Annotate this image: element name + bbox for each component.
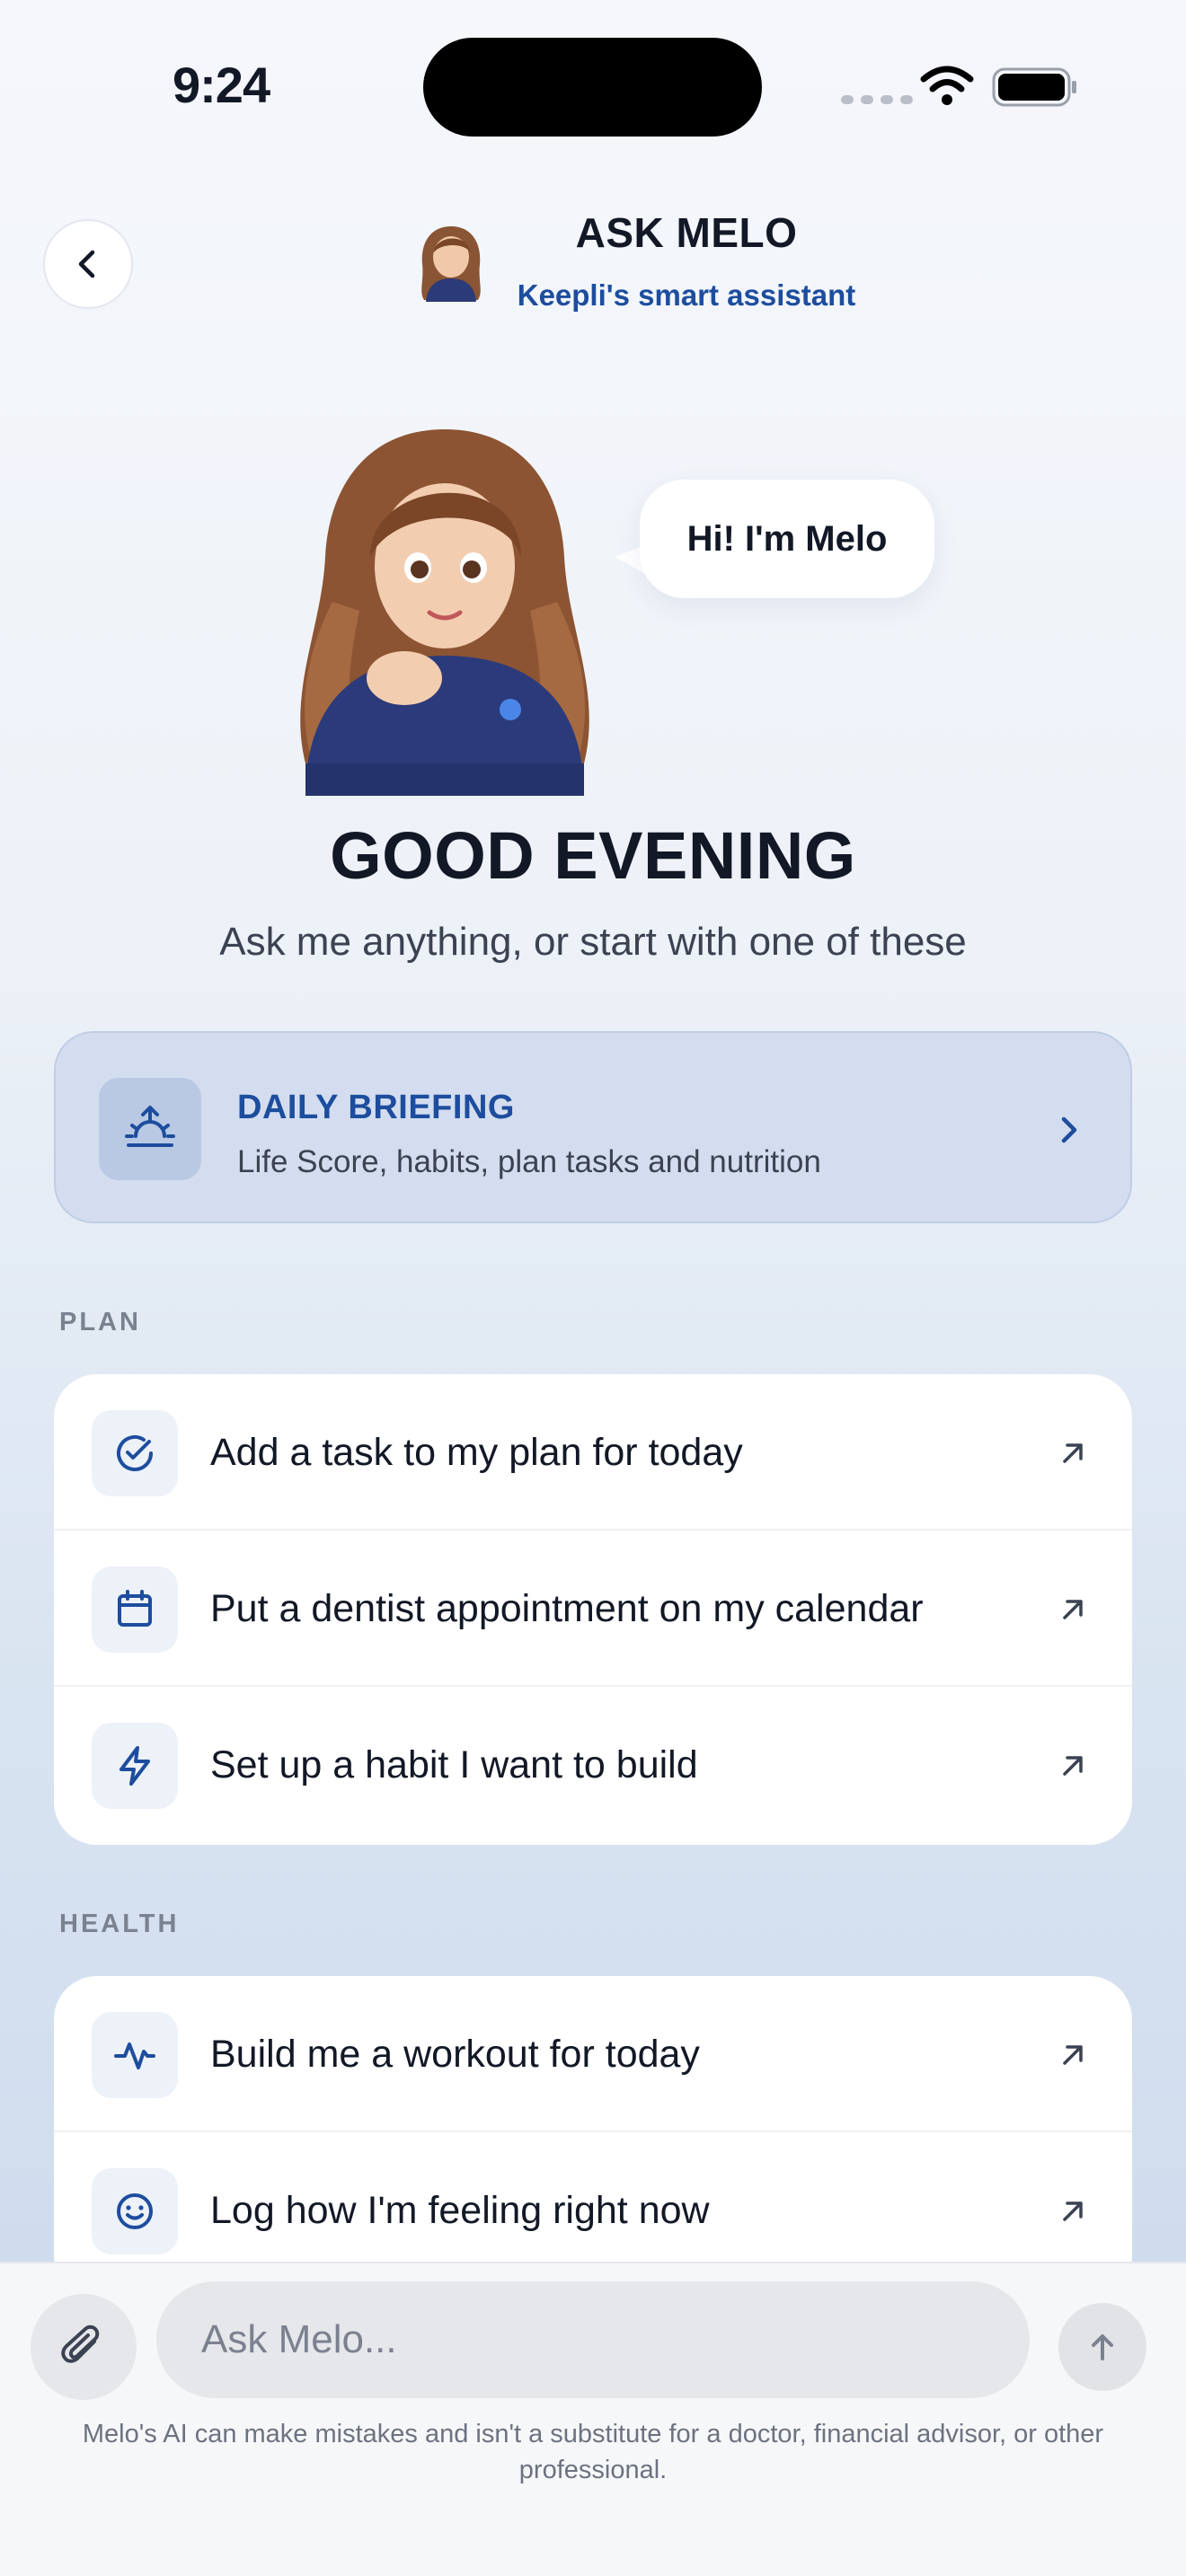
briefing-subtitle: Life Score, habits, plan tasks and nutri… (237, 1144, 821, 1179)
ask-melo-input[interactable] (156, 2281, 1030, 2398)
sunrise-icon (99, 1078, 201, 1180)
cellular-signal-icon (841, 95, 913, 104)
greeting-subtitle: Ask me anything, or start with one of th… (219, 920, 967, 964)
suggestion-add-task[interactable]: Add a task to my plan for today (54, 1374, 1132, 1531)
arrow-up-right-icon (1063, 1443, 1083, 1463)
lightning-icon (92, 1723, 178, 1809)
suggestion-label: Put a dentist appointment on my calendar (210, 1586, 924, 1630)
section-label-plan: PLAN (59, 1308, 141, 1337)
send-button[interactable] (1058, 2303, 1146, 2391)
arrow-up-icon (1092, 2334, 1113, 2360)
melo-avatar (300, 429, 589, 796)
arrow-up-right-icon (1063, 1756, 1083, 1776)
suggestion-label: Build me a workout for today (210, 2032, 700, 2076)
daily-briefing-card[interactable]: DAILY BRIEFING Life Score, habits, plan … (54, 1031, 1132, 1223)
chevron-right-icon (1061, 1116, 1077, 1143)
calendar-icon (92, 1566, 178, 1653)
page-subtitle: Keepli's smart assistant (517, 278, 856, 312)
suggestion-build-workout[interactable]: Build me a workout for today (54, 1976, 1132, 2132)
ai-disclaimer: Melo's AI can make mistakes and isn't a … (82, 2420, 1104, 2484)
greeting-heading: GOOD EVENING (330, 818, 856, 893)
plan-card: Add a task to my plan for today Put a de… (54, 1374, 1132, 1845)
activity-icon (92, 2012, 178, 2098)
wifi-icon (920, 66, 974, 105)
arrow-up-right-icon (1063, 1600, 1083, 1619)
dynamic-island (423, 38, 762, 137)
briefing-title: DAILY BRIEFING (237, 1089, 515, 1126)
suggestion-label: Set up a habit I want to build (210, 1742, 698, 1786)
arrow-up-right-icon (1063, 2045, 1083, 2065)
smile-icon (92, 2168, 178, 2254)
melo-avatar-small (421, 226, 481, 302)
section-label-health: HEALTH (59, 1910, 180, 1938)
check-circle-icon (92, 1410, 178, 1496)
arrow-up-right-icon (1063, 2201, 1083, 2221)
suggestion-label: Add a task to my plan for today (210, 1430, 743, 1474)
back-button[interactable] (43, 219, 133, 309)
speech-bubble: Hi! I'm Melo (640, 480, 934, 598)
health-card: Build me a workout for today Log how I'm… (54, 1976, 1132, 2299)
suggestion-dentist-appointment[interactable]: Put a dentist appointment on my calendar (54, 1531, 1132, 1687)
composer-bar: Melo's AI can make mistakes and isn't a … (0, 2262, 1186, 2576)
suggestion-setup-habit[interactable]: Set up a habit I want to build (54, 1687, 1132, 1843)
chevron-left-icon (78, 250, 95, 278)
attach-button[interactable] (31, 2294, 137, 2400)
status-time: 9:24 (173, 57, 270, 113)
page-title: ASK MELO (575, 209, 798, 256)
battery-icon (992, 67, 1076, 107)
paperclip-icon (61, 2325, 100, 2363)
